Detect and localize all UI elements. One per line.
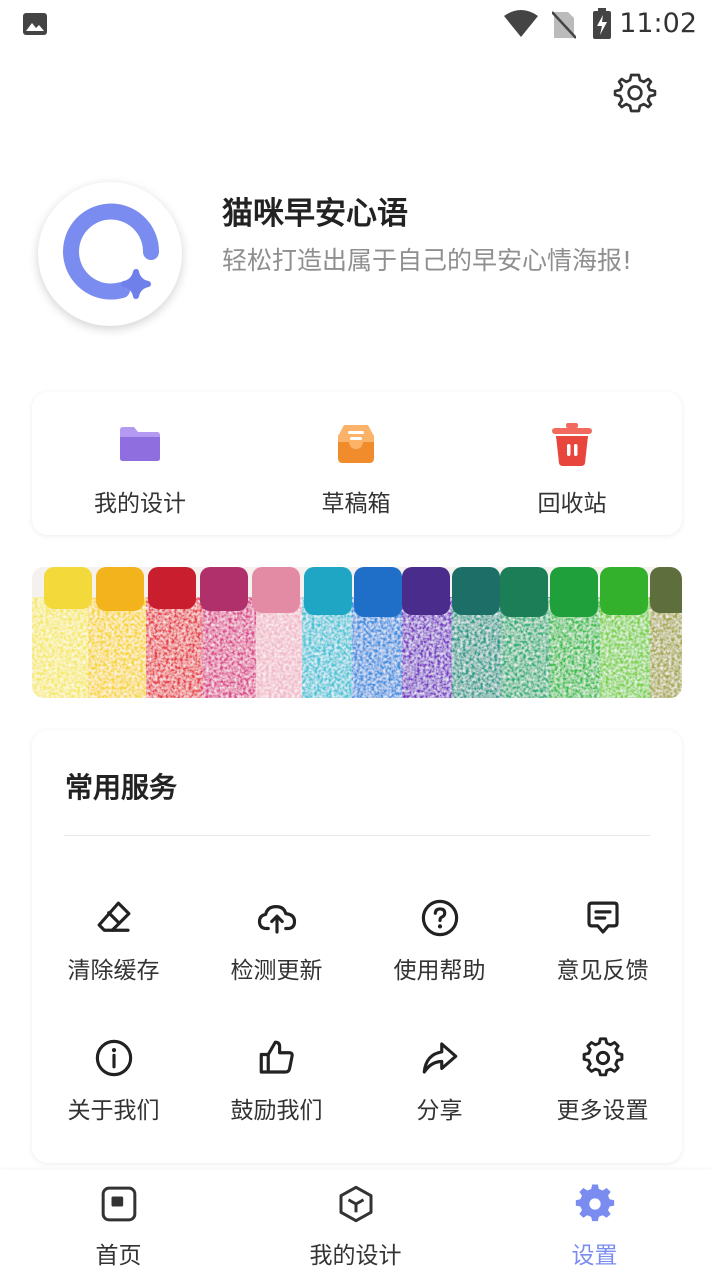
quick-action-label: 草稿箱 (321, 491, 391, 517)
home-square-icon (101, 1186, 137, 1222)
nav-label: 我的设计 (309, 1243, 402, 1269)
info-icon (95, 1039, 133, 1077)
quick-action-recycle-bin[interactable]: 回收站 (464, 392, 680, 535)
app-name: 猫咪早安心语 (222, 196, 408, 232)
bottom-nav: 首页 我的设计 设置 (0, 1170, 713, 1273)
service-feedback[interactable]: 意见反馈 (521, 897, 684, 1017)
divider (64, 835, 650, 836)
service-more-settings[interactable]: 更多设置 (521, 1037, 684, 1157)
share-icon (422, 1042, 458, 1074)
service-clear-cache[interactable]: 清除缓存 (32, 897, 195, 1017)
service-label: 检测更新 (230, 958, 323, 984)
app-logo-icon (63, 203, 160, 300)
settings-button[interactable] (612, 70, 658, 116)
nav-item-settings[interactable]: 设置 (476, 1170, 713, 1273)
quick-action-drafts[interactable]: 草稿箱 (248, 392, 464, 535)
service-about-us[interactable]: 关于我们 (32, 1037, 195, 1157)
inbox-tray-icon (338, 425, 374, 463)
nav-item-home[interactable]: 首页 (0, 1170, 237, 1273)
quick-action-label: 回收站 (537, 491, 607, 517)
status-time: 11:02 (619, 8, 697, 39)
service-label: 鼓励我们 (230, 1098, 323, 1124)
help-circle-icon (421, 899, 459, 937)
gear-icon (613, 73, 657, 113)
service-label: 清除缓存 (67, 958, 160, 984)
nav-label: 首页 (95, 1243, 142, 1269)
services-title: 常用服务 (65, 771, 178, 804)
quick-actions-card: 我的设计 草稿箱 回收站 (32, 392, 682, 535)
nav-label: 设置 (571, 1243, 618, 1269)
wifi-icon (503, 10, 539, 42)
service-check-update[interactable]: 检测更新 (195, 897, 358, 1017)
quick-action-my-designs[interactable]: 我的设计 (32, 392, 248, 535)
service-encourage-us[interactable]: 鼓励我们 (195, 1037, 358, 1157)
service-label: 分享 (416, 1098, 463, 1124)
service-share[interactable]: 分享 (358, 1037, 521, 1157)
quick-action-label: 我的设计 (94, 491, 186, 517)
battery-charging-icon (592, 8, 612, 44)
avatar (38, 182, 182, 326)
feedback-icon (587, 901, 619, 934)
service-label: 意见反馈 (556, 958, 649, 984)
trash-icon (552, 423, 592, 466)
banner-image[interactable] (32, 567, 682, 698)
cloud-upload-icon (257, 905, 297, 934)
service-label: 更多设置 (556, 1098, 649, 1124)
folder-icon (120, 427, 160, 461)
no-sim-icon (551, 10, 577, 44)
service-help[interactable]: 使用帮助 (358, 897, 521, 1017)
crayons-banner-image (32, 567, 682, 698)
thumbs-up-icon (259, 1040, 294, 1074)
gear-icon (582, 1037, 624, 1077)
service-label: 使用帮助 (393, 958, 486, 984)
cube-icon (339, 1185, 373, 1223)
gear-filled-icon (575, 1184, 615, 1222)
status-bar: 11:02 (0, 0, 713, 52)
app-description: 轻松打造出属于自己的早安心情海报! (222, 246, 633, 275)
services-card: 常用服务 清除缓存 检测更新 使用帮助 意见反馈 关于我们 鼓励我们 分享 更多… (32, 730, 682, 1163)
nav-item-my-designs[interactable]: 我的设计 (237, 1170, 474, 1273)
image-icon (22, 12, 48, 40)
eraser-icon (97, 901, 131, 932)
service-label: 关于我们 (67, 1098, 160, 1124)
